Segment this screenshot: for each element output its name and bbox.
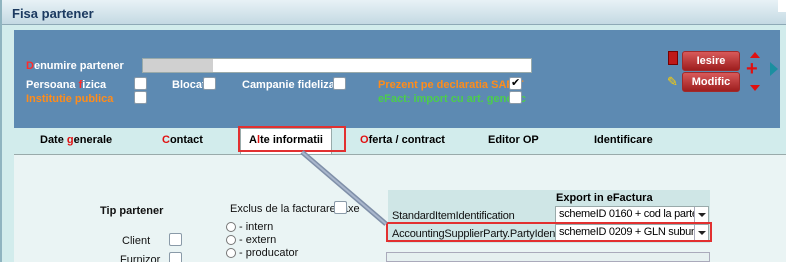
fisa-partener-window: Fisa partener Denumire partener Persoana… — [0, 0, 786, 262]
bottom-field — [386, 252, 710, 262]
callout-arrow — [300, 150, 388, 226]
